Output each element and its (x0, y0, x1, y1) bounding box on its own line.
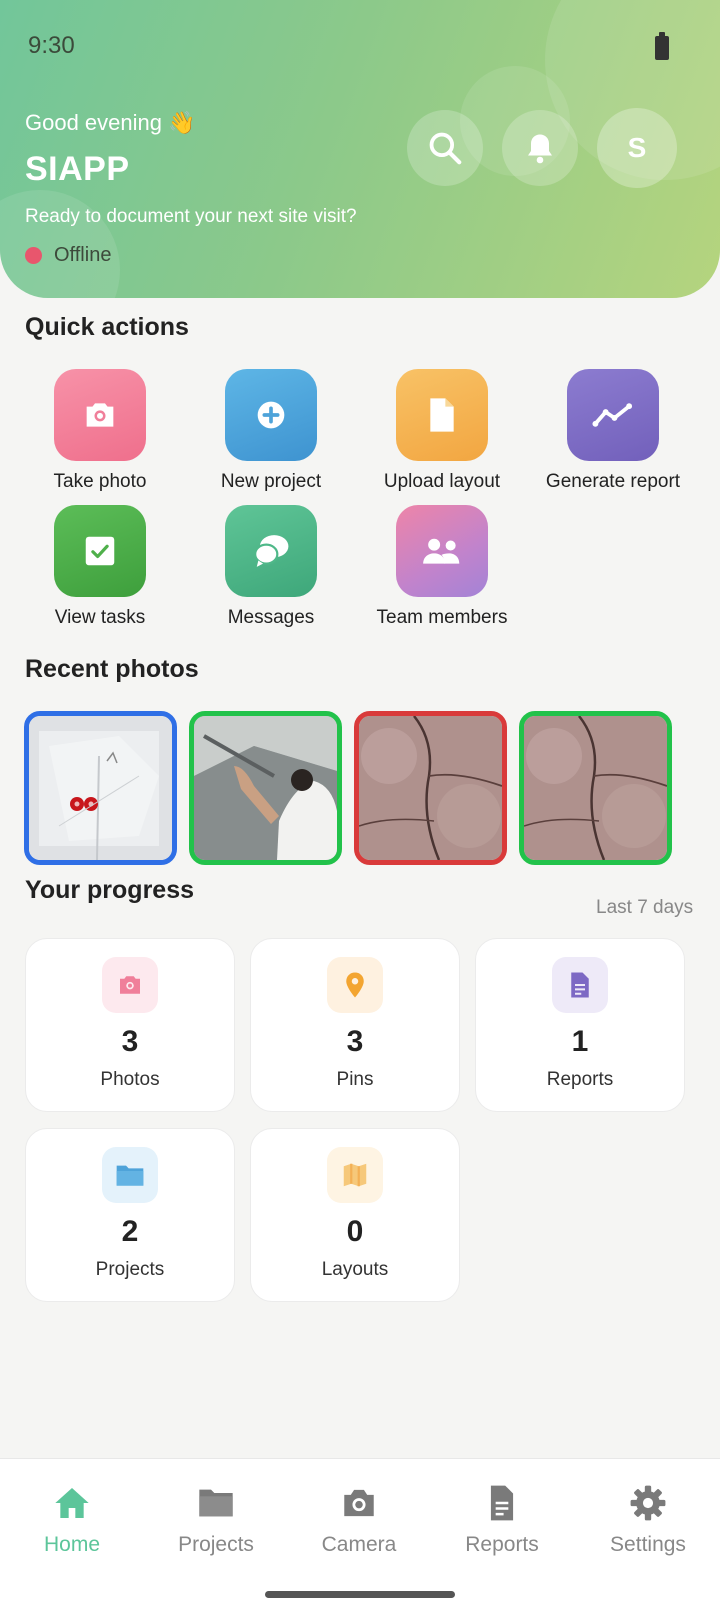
stat-value: 1 (571, 1025, 589, 1058)
take-photo-action[interactable]: Take photo (15, 369, 185, 493)
stat-card-layouts[interactable]: 0 Layouts (250, 1128, 460, 1302)
nav-label: Reports (465, 1533, 539, 1556)
camera-icon (102, 957, 158, 1013)
recent-photo-thumbnail[interactable] (519, 711, 672, 865)
folder-icon (156, 1481, 276, 1525)
document-icon (552, 957, 608, 1013)
search-icon (429, 132, 462, 165)
folder-icon (102, 1147, 158, 1203)
new-project-label: New project (220, 471, 322, 492)
team-members-action[interactable]: Team members (357, 505, 527, 629)
header-banner: 9:30 Good evening 👋 SIAPP Ready to docum… (0, 0, 720, 298)
recent-photo-thumbnail[interactable] (189, 711, 342, 865)
people-icon (396, 505, 488, 597)
nav-label: Projects (178, 1533, 254, 1556)
document-icon (442, 1481, 562, 1525)
stat-label: Projects (95, 1259, 165, 1280)
stat-card-reports[interactable]: 1 Reports (475, 938, 685, 1112)
connection-status: Offline (25, 244, 111, 267)
nav-item-home[interactable]: Home (12, 1481, 132, 1557)
bell-icon (528, 134, 552, 164)
nav-item-camera[interactable]: Camera (299, 1481, 419, 1557)
team-members-label: Team members (376, 607, 508, 628)
connection-status-label: Offline (54, 244, 112, 266)
header-subtitle: Ready to document your next site visit? (25, 206, 357, 227)
new-project-action[interactable]: New project (186, 369, 356, 493)
status-dot (25, 247, 42, 264)
nav-item-reports[interactable]: Reports (442, 1481, 562, 1557)
recent-photos-title: Recent photos (25, 655, 199, 683)
stat-label: Layouts (321, 1259, 389, 1280)
battery-icon (655, 32, 669, 60)
pin-icon (327, 957, 383, 1013)
nav-item-settings[interactable]: Settings (588, 1481, 708, 1557)
messages-action[interactable]: Messages (186, 505, 356, 629)
stat-value: 3 (346, 1025, 364, 1058)
stat-value: 3 (121, 1025, 139, 1058)
camera-icon (54, 369, 146, 461)
recent-photo-thumbnail[interactable] (24, 711, 177, 865)
take-photo-label: Take photo (53, 471, 147, 492)
stat-label: Reports (546, 1069, 614, 1090)
nav-label: Home (43, 1533, 101, 1556)
nav-label: Settings (610, 1533, 686, 1556)
avatar-initial: S (627, 132, 647, 163)
stat-card-pins[interactable]: 3 Pins (250, 938, 460, 1112)
view-tasks-action[interactable]: View tasks (15, 505, 185, 629)
map-icon (327, 1147, 383, 1203)
stat-value: 2 (121, 1215, 139, 1248)
progress-title: Your progress (25, 876, 195, 904)
plus-circle-icon (225, 369, 317, 461)
user-avatar[interactable]: S (597, 108, 677, 188)
checkbox-icon (54, 505, 146, 597)
status-time: 9:30 (28, 32, 75, 59)
greeting-text: Good evening 👋 (25, 110, 196, 135)
stat-label: Pins (336, 1069, 374, 1090)
camera-icon (299, 1481, 419, 1525)
app-name: SIAPP (25, 150, 130, 188)
upload-layout-action[interactable]: Upload layout (357, 369, 527, 493)
recent-photo-thumbnail[interactable] (354, 711, 507, 865)
stat-card-projects[interactable]: 2 Projects (25, 1128, 235, 1302)
chat-bubbles-icon (225, 505, 317, 597)
nav-item-projects[interactable]: Projects (156, 1481, 276, 1557)
progress-period: Last 7 days (596, 897, 694, 918)
home-icon (12, 1481, 132, 1525)
view-tasks-label: View tasks (54, 607, 146, 628)
generate-report-label: Generate report (545, 471, 681, 492)
quick-actions-title: Quick actions (25, 313, 189, 341)
upload-layout-label: Upload layout (383, 471, 501, 492)
generate-report-action[interactable]: Generate report (528, 369, 698, 493)
search-button[interactable] (407, 110, 483, 186)
nav-label: Camera (321, 1533, 397, 1556)
document-icon (396, 369, 488, 461)
messages-label: Messages (227, 607, 315, 628)
notifications-button[interactable] (502, 110, 578, 186)
home-indicator[interactable] (265, 1591, 455, 1598)
gear-icon (588, 1481, 708, 1525)
stat-card-photos[interactable]: 3 Photos (25, 938, 235, 1112)
stat-label: Photos (100, 1069, 160, 1090)
trend-line-icon (567, 369, 659, 461)
stat-value: 0 (346, 1215, 364, 1248)
